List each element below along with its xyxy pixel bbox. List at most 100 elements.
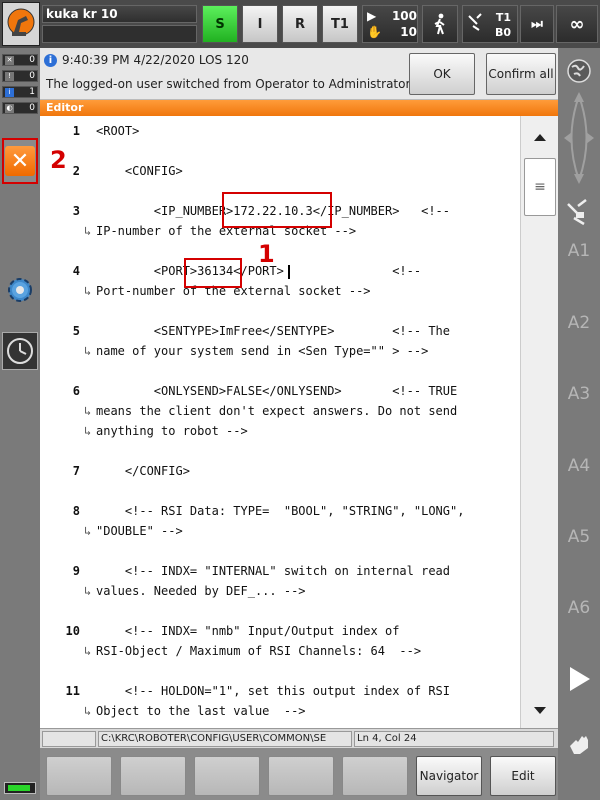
- line-number: 3: [72, 204, 80, 218]
- error-count: 0: [29, 55, 35, 65]
- softkey-bar: Navigator Edit: [40, 748, 558, 800]
- x-icon: ✕: [5, 55, 14, 65]
- globe-icon[interactable]: [566, 58, 592, 84]
- scroll-thumb[interactable]: ≡: [524, 158, 556, 216]
- program-override-value: 100: [391, 9, 417, 23]
- info-message-counter[interactable]: i 1: [2, 86, 38, 98]
- ok-button[interactable]: OK: [409, 53, 475, 95]
- confirm-all-button[interactable]: Confirm all: [486, 53, 556, 95]
- wrap-arrow-icon: ↳: [84, 644, 92, 658]
- wrap-arrow-icon: ↳: [84, 404, 92, 418]
- code-line-text: <CONFIG>: [96, 164, 183, 178]
- hand-icon[interactable]: [566, 732, 592, 758]
- code-line-continuation: "DOUBLE" -->: [96, 524, 183, 538]
- code-line-continuation: means the client don't expect answers. D…: [96, 404, 458, 418]
- drives-button[interactable]: I: [242, 5, 278, 43]
- clock-icon: [7, 338, 33, 364]
- close-icon: ✕: [5, 146, 35, 176]
- walking-person-icon: [434, 13, 445, 35]
- code-line-continuation: values. Needed by DEF_... -->: [96, 584, 306, 598]
- wait-message-counter[interactable]: ◐ 0: [2, 102, 38, 114]
- line-number: 7: [72, 464, 80, 478]
- gear-icon: [8, 278, 32, 302]
- editor-title-bar: Editor: [40, 100, 558, 116]
- axis-a1-key[interactable]: A1: [558, 241, 600, 261]
- softkey-2[interactable]: [120, 756, 186, 796]
- configuration-gear-button[interactable]: [2, 272, 38, 308]
- axis-a4-key[interactable]: A4: [558, 456, 600, 476]
- left-sidebar: ✕ 0 ! 0 i 1 ◐ 0 ✕: [0, 48, 40, 800]
- axis-a3-key[interactable]: A3: [558, 384, 600, 404]
- axis-a5-key[interactable]: A5: [558, 527, 600, 547]
- tool-coordinate-icon[interactable]: [564, 198, 594, 228]
- play-icon[interactable]: [566, 664, 592, 694]
- program-run-mode-button[interactable]: [422, 5, 458, 43]
- ip-number-highlight-box: [222, 192, 332, 228]
- timer-button[interactable]: [2, 332, 38, 370]
- robot-status-field[interactable]: [42, 25, 197, 43]
- softkey-4[interactable]: [268, 756, 334, 796]
- tool-icon: [468, 13, 482, 31]
- warning-icon: !: [5, 71, 14, 81]
- line-number: 9: [72, 564, 80, 578]
- wrap-arrow-icon: ↳: [84, 584, 92, 598]
- message-window: i 9:40:39 PM 4/22/2020 LOS 120 The logge…: [40, 48, 558, 100]
- override-button[interactable]: ▶ 100 ✋ 10: [362, 5, 418, 43]
- navigator-button[interactable]: Navigator: [416, 756, 482, 796]
- error-message-counter[interactable]: ✕ 0: [2, 54, 38, 66]
- code-line-continuation: name of your system send in <Sen Type=""…: [96, 344, 429, 358]
- code-line-text: <ONLYSEND>FALSE</ONLYSEND> <!-- TRUE: [96, 384, 458, 398]
- code-line-text: <!-- INDX= "nmb" Input/Output index of: [96, 624, 400, 638]
- code-line-text: <!-- HOLDON="1", set this output index o…: [96, 684, 451, 698]
- chevron-up-icon: [534, 134, 546, 141]
- warning-message-counter[interactable]: ! 0: [2, 70, 38, 82]
- softkey-3[interactable]: [194, 756, 260, 796]
- active-tool: T1: [495, 11, 511, 24]
- scroll-down-button[interactable]: [521, 696, 559, 726]
- axis-a6-key[interactable]: A6: [558, 598, 600, 618]
- port-highlight-box: [184, 258, 242, 288]
- code-line-text: <!-- INDX= "INTERNAL" switch on internal…: [96, 564, 451, 578]
- status-mode-cell: [42, 731, 96, 747]
- edit-button[interactable]: Edit: [490, 756, 556, 796]
- code-line-continuation: RSI-Object / Maximum of RSI Channels: 64…: [96, 644, 422, 658]
- file-path: C:\KRC\ROBOTER\CONFIG\USER\COMMON\SE: [98, 731, 352, 747]
- play-icon: ▶: [367, 9, 377, 23]
- code-line-continuation: Object to the last value -->: [96, 704, 306, 718]
- robot-name[interactable]: kuka kr 10: [42, 5, 197, 23]
- line-number: 8: [72, 504, 80, 518]
- kuka-robot-logo-icon[interactable]: [2, 2, 40, 46]
- line-number: 5: [72, 324, 80, 338]
- space-mouse-icon[interactable]: [560, 88, 598, 188]
- jog-mode-button[interactable]: ⏭: [520, 5, 554, 43]
- chevron-down-icon: [534, 707, 546, 714]
- wait-count: 0: [29, 103, 35, 113]
- warning-count: 0: [29, 71, 35, 81]
- line-number: 6: [72, 384, 80, 398]
- axis-a2-key[interactable]: A2: [558, 313, 600, 333]
- close-editor-button[interactable]: ✕: [2, 138, 38, 184]
- operating-mode-button[interactable]: T1: [322, 5, 358, 43]
- line-number: 4: [72, 264, 80, 278]
- battery-status-icon: [4, 782, 36, 794]
- incremental-jog-button[interactable]: ∞: [556, 5, 598, 43]
- code-line-text: <!-- RSI Data: TYPE= "BOOL", "STRING", "…: [96, 504, 465, 518]
- code-line-text: </CONFIG>: [96, 464, 190, 478]
- text-cursor: [288, 265, 290, 279]
- info-count: 1: [29, 87, 35, 97]
- code-editor[interactable]: 1 <ROOT> 2 <CONFIG> 3 <IP_NUMBER>172.22.10.…: [40, 116, 520, 728]
- robot-interpreter-button[interactable]: R: [282, 5, 318, 43]
- active-tool-base-button[interactable]: T1 B0: [462, 5, 518, 43]
- scroll-up-button[interactable]: [521, 122, 559, 152]
- top-status-bar: kuka kr 10 S I R T1 ▶ 100 ✋ 10 T1 B0 ⏭ ∞: [0, 0, 600, 48]
- annotation-label-1: 1: [258, 240, 275, 268]
- line-number: 1: [72, 124, 80, 138]
- submit-interpreter-button[interactable]: S: [202, 5, 238, 43]
- jog-keys-icon: ⏭: [531, 16, 543, 32]
- vertical-scrollbar[interactable]: ≡: [520, 116, 558, 728]
- active-base: B0: [494, 26, 511, 39]
- softkey-1[interactable]: [46, 756, 112, 796]
- softkey-5[interactable]: [342, 756, 408, 796]
- cursor-position: Ln 4, Col 24: [354, 731, 554, 747]
- wrap-arrow-icon: ↳: [84, 344, 92, 358]
